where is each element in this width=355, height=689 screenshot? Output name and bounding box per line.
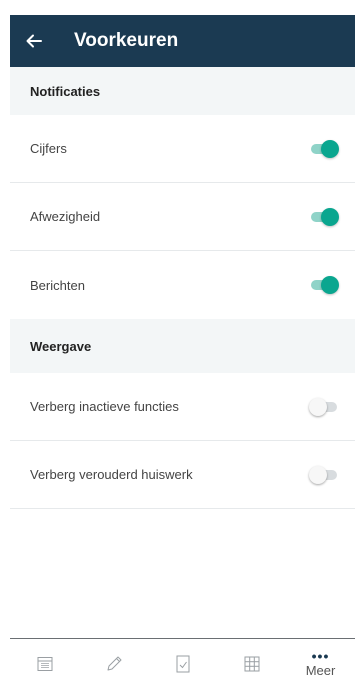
preferences-list: Notificaties Cijfers Afwezigheid Bericht… [10, 67, 355, 509]
verouderd-huiswerk-toggle[interactable] [309, 465, 339, 485]
section-header-weergave: Weergave [10, 319, 355, 373]
tab-agenda[interactable] [15, 640, 75, 688]
more-icon: ••• [311, 647, 330, 664]
tab-cijfers[interactable] [84, 640, 144, 688]
tab-meer[interactable]: ••• Meer [291, 640, 351, 688]
app-header: Voorkeuren [10, 15, 355, 67]
setting-label: Verberg verouderd huiswerk [30, 467, 193, 482]
calendar-icon [37, 657, 52, 671]
setting-row-inactieve-functies: Verberg inactieve functies [10, 373, 355, 441]
arrow-left-icon [26, 34, 42, 48]
tab-huiswerk[interactable] [153, 640, 213, 688]
setting-row-afwezigheid: Afwezigheid [10, 183, 355, 251]
setting-label: Berichten [30, 277, 85, 293]
grid-icon [244, 656, 259, 672]
toggle-knob [321, 207, 339, 226]
afwezigheid-toggle[interactable] [309, 207, 339, 227]
page-title: Voorkeuren [74, 30, 179, 51]
setting-row-cijfers: Cijfers [10, 115, 355, 183]
section-header-notificaties: Notificaties [10, 67, 355, 115]
back-button[interactable] [10, 15, 58, 67]
tab-rooster[interactable] [222, 640, 282, 688]
setting-row-verouderd-huiswerk: Verberg verouderd huiswerk [10, 441, 355, 509]
pencil-icon [107, 656, 121, 671]
toggle-knob [309, 397, 327, 416]
checklist-icon [176, 655, 189, 673]
tab-meer-label: Meer [305, 662, 336, 678]
berichten-toggle[interactable] [309, 275, 339, 295]
bottom-tab-bar: ••• Meer [10, 638, 355, 689]
setting-row-berichten: Berichten [10, 251, 355, 319]
cijfers-toggle[interactable] [309, 139, 339, 159]
toggle-knob [321, 276, 339, 294]
inactieve-functies-toggle[interactable] [309, 397, 339, 417]
setting-label: Verberg inactieve functies [30, 399, 179, 414]
setting-label: Afwezigheid [30, 209, 101, 224]
toggle-knob [309, 465, 327, 484]
setting-label: Cijfers [30, 141, 67, 156]
toggle-knob [321, 139, 339, 158]
